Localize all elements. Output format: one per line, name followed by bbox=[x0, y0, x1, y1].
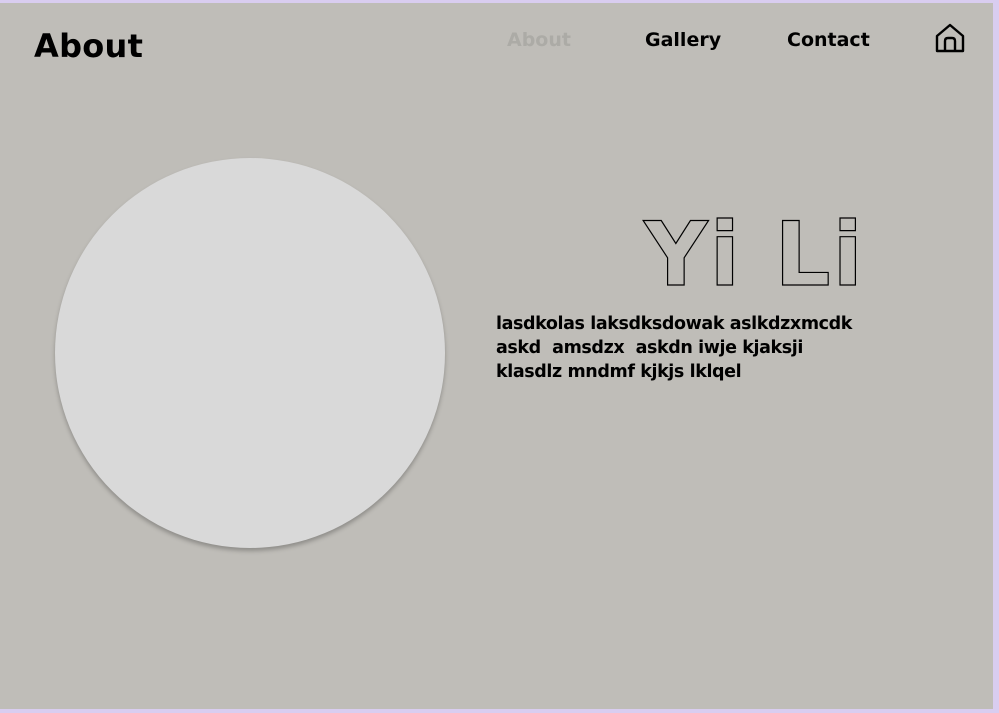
page-title: About bbox=[34, 27, 144, 65]
profile-name: Yi Li bbox=[642, 202, 863, 306]
profile-name-text: Yi Li bbox=[643, 203, 865, 306]
home-icon bbox=[935, 23, 965, 53]
nav-link-gallery[interactable]: Gallery bbox=[645, 29, 721, 51]
nav-link-about[interactable]: About bbox=[507, 29, 571, 51]
profile-bio: lasdkolas laksdksdowak aslkdzxmcdk askd … bbox=[496, 314, 852, 382]
profile-photo-placeholder bbox=[55, 158, 445, 548]
home-button[interactable] bbox=[934, 22, 966, 54]
nav-link-contact[interactable]: Contact bbox=[787, 29, 870, 51]
page-frame: About About Gallery Contact Yi Li lasdko… bbox=[0, 3, 993, 709]
